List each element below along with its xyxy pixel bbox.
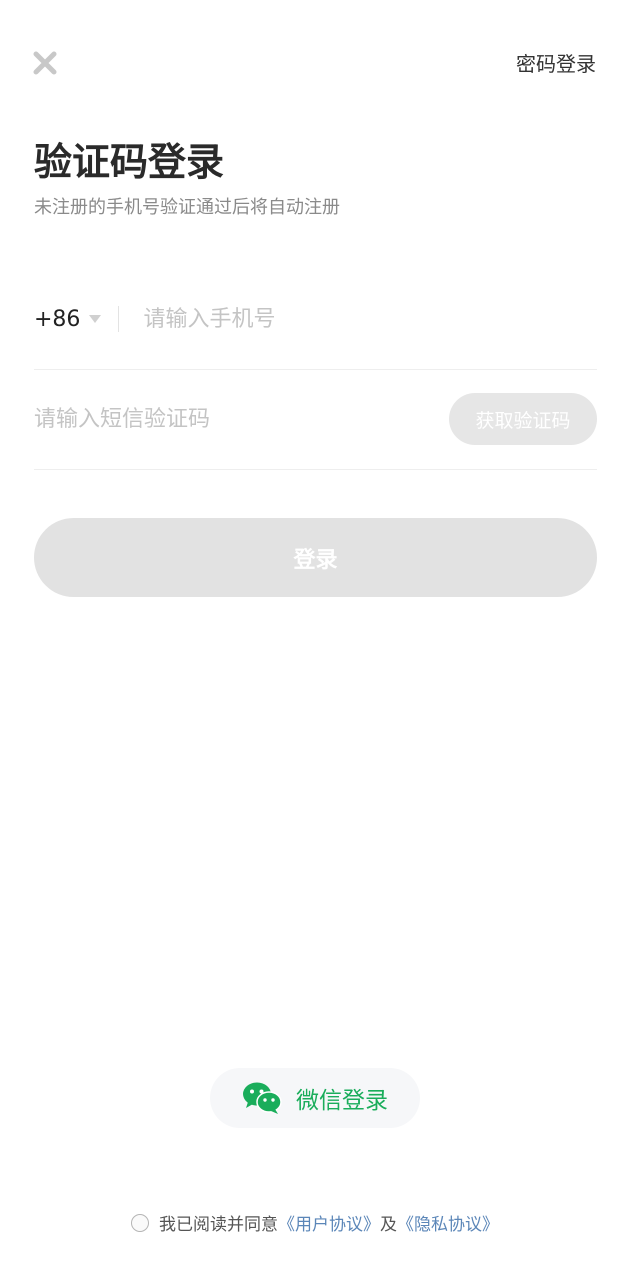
agreement-conjunction: 及 bbox=[380, 1215, 397, 1235]
page-title: 验证码登录 bbox=[34, 140, 225, 184]
close-icon bbox=[32, 50, 58, 76]
country-code-selector[interactable]: +86 bbox=[34, 299, 102, 339]
phone-row: +86 bbox=[34, 269, 597, 370]
privacy-agreement-link[interactable]: 《隐私协议》 bbox=[397, 1210, 499, 1235]
phone-input[interactable] bbox=[143, 299, 597, 339]
agreement-checkbox[interactable] bbox=[131, 1213, 149, 1232]
wechat-login-button[interactable]: 微信登录 bbox=[210, 1068, 420, 1128]
wechat-login-label: 微信登录 bbox=[296, 1088, 388, 1114]
code-row: 获取验证码 bbox=[34, 369, 597, 470]
get-code-button[interactable]: 获取验证码 bbox=[449, 393, 597, 445]
wechat-icon bbox=[242, 1081, 282, 1115]
caret-down-icon bbox=[88, 314, 102, 324]
login-button[interactable]: 登录 bbox=[34, 518, 597, 597]
page-subtitle: 未注册的手机号验证通过后将自动注册 bbox=[34, 197, 340, 218]
sms-code-input[interactable] bbox=[34, 399, 449, 439]
close-button[interactable] bbox=[28, 46, 62, 80]
agreement-prefix: 我已阅读并同意 bbox=[159, 1215, 278, 1235]
agreement-row: 我已阅读并同意 《用户协议》 及 《隐私协议》 bbox=[0, 1210, 630, 1235]
country-code-label: +86 bbox=[34, 306, 81, 332]
password-login-link[interactable]: 密码登录 bbox=[516, 50, 596, 78]
field-divider bbox=[118, 306, 120, 332]
user-agreement-link[interactable]: 《用户协议》 bbox=[278, 1210, 380, 1235]
